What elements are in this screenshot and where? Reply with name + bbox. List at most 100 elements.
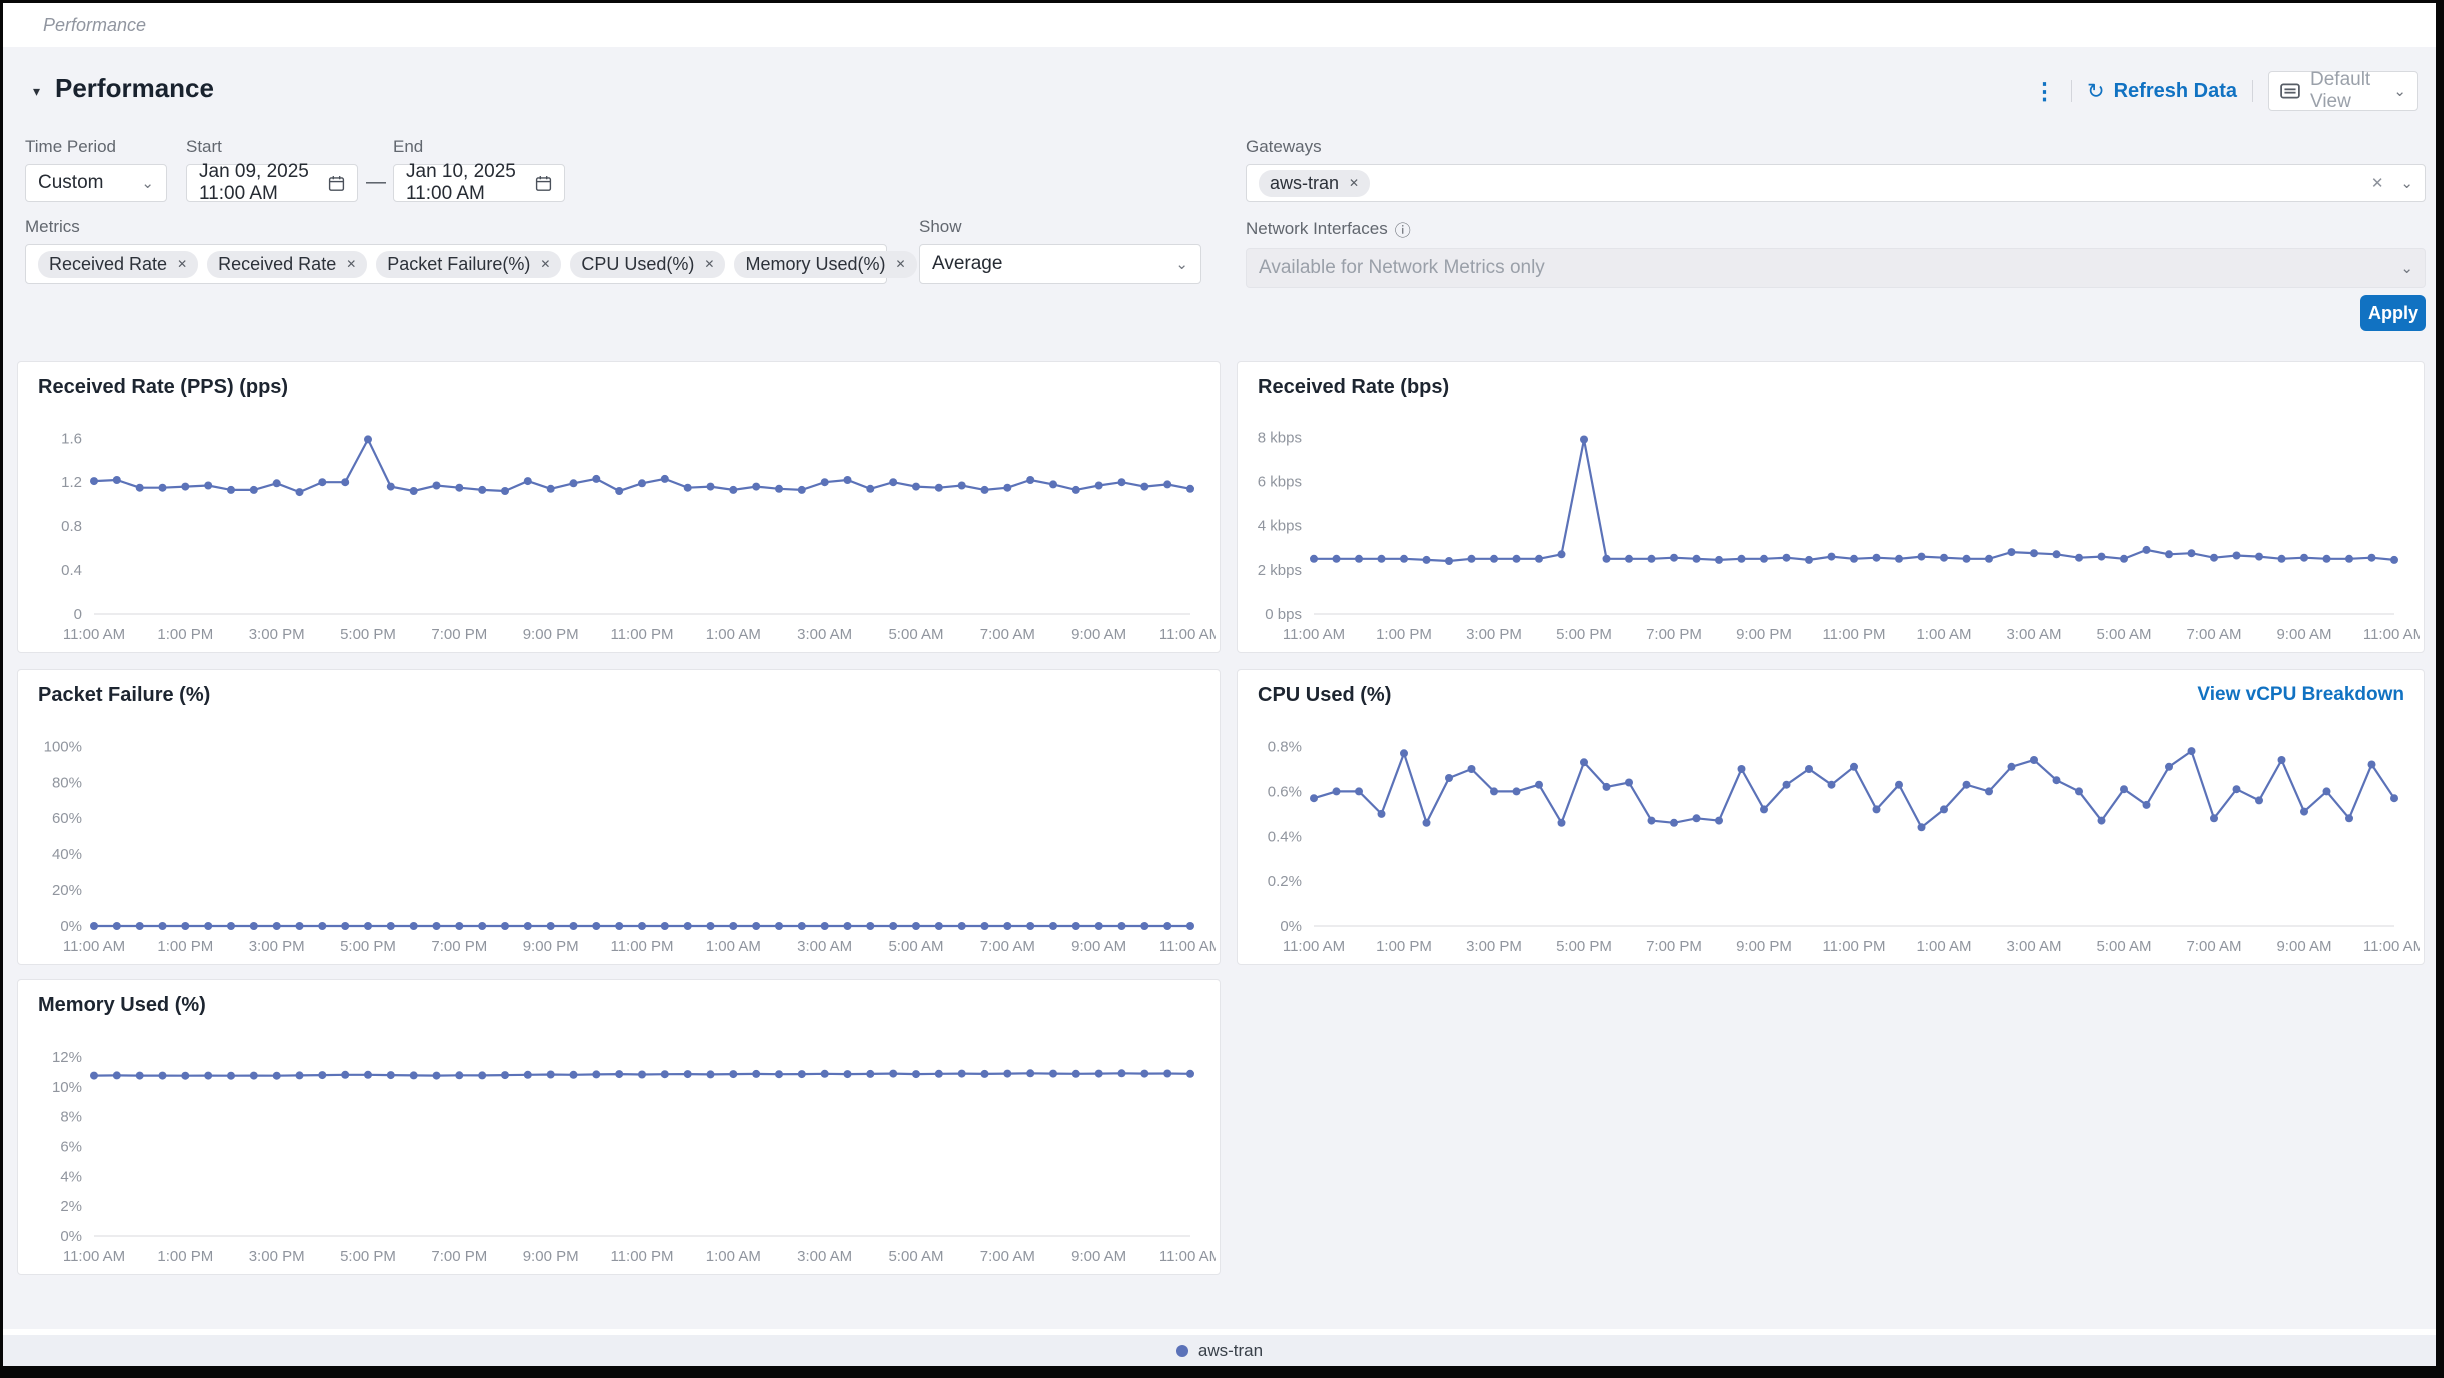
metrics-input[interactable]: Received Rate ✕ Received Rate ✕ Packet F…: [25, 244, 887, 284]
svg-text:4 kbps: 4 kbps: [1258, 518, 1302, 535]
svg-text:9:00 AM: 9:00 AM: [1071, 938, 1126, 955]
time-period-value: Custom: [38, 172, 103, 194]
svg-text:11:00 AM: 11:00 AM: [1283, 938, 1345, 955]
end-date-input[interactable]: Jan 10, 2025 11:00 AM: [393, 164, 565, 202]
metric-chip: Memory Used(%) ✕: [734, 251, 916, 278]
network-interfaces-field: Network Interfaces ⓘ Available for Netwo…: [1246, 217, 2426, 288]
legend-series-dot[interactable]: [1176, 1345, 1188, 1357]
svg-text:2%: 2%: [60, 1198, 82, 1215]
svg-text:1.6: 1.6: [61, 430, 82, 447]
info-icon[interactable]: ⓘ: [1395, 217, 1411, 241]
end-date-value: Jan 10, 2025 11:00 AM: [406, 161, 535, 205]
svg-text:5:00 PM: 5:00 PM: [1556, 626, 1612, 643]
svg-text:3:00 AM: 3:00 AM: [797, 938, 852, 955]
svg-text:11:00 PM: 11:00 PM: [1822, 626, 1885, 643]
svg-text:8%: 8%: [60, 1109, 82, 1126]
svg-text:5:00 AM: 5:00 AM: [888, 626, 943, 643]
svg-text:3:00 PM: 3:00 PM: [1466, 938, 1522, 955]
svg-text:3:00 AM: 3:00 AM: [2006, 626, 2061, 643]
gateways-input[interactable]: aws-tran ✕ ✕ ⌄: [1246, 164, 2426, 202]
time-period-select[interactable]: Custom ⌄: [25, 164, 167, 202]
clear-field-icon[interactable]: ✕: [2371, 174, 2384, 192]
svg-text:0 bps: 0 bps: [1265, 606, 1302, 623]
view-selector[interactable]: Default View ⌄: [2268, 71, 2418, 111]
svg-text:0.6%: 0.6%: [1268, 783, 1302, 800]
chart-card-received-rate-pps: Received Rate (PPS) (pps) 1.61.20.80.401…: [17, 361, 1221, 653]
network-interfaces-placeholder: Available for Network Metrics only: [1259, 257, 1545, 279]
remove-chip-icon[interactable]: ✕: [177, 257, 187, 271]
memory-used-chart[interactable]: 12%10%8%6%4%2%0%11:00 AM1:00 PM3:00 PM5:…: [24, 1024, 1216, 1270]
received-rate-pps-chart[interactable]: 1.61.20.80.4011:00 AM1:00 PM3:00 PM5:00 …: [24, 406, 1216, 648]
collapse-caret-icon[interactable]: ▾: [33, 83, 40, 100]
breadcrumb-item-performance[interactable]: Performance: [43, 15, 146, 36]
svg-text:0%: 0%: [1280, 918, 1302, 935]
chart-card-cpu-used: CPU Used (%) View vCPU Breakdown 0.8%0.6…: [1237, 669, 2425, 965]
metrics-field: Metrics Received Rate ✕ Received Rate ✕ …: [25, 217, 887, 284]
svg-text:4%: 4%: [60, 1168, 82, 1185]
refresh-label: Refresh Data: [2114, 80, 2237, 103]
remove-chip-icon[interactable]: ✕: [704, 257, 714, 271]
view-layout-icon: [2280, 83, 2300, 99]
kebab-menu-icon[interactable]: ⋮: [2033, 80, 2056, 103]
cpu-used-chart[interactable]: 0.8%0.6%0.4%0.2%0%11:00 AM1:00 PM3:00 PM…: [1244, 714, 2420, 960]
svg-text:3:00 AM: 3:00 AM: [797, 626, 852, 643]
svg-text:5:00 PM: 5:00 PM: [340, 626, 396, 643]
svg-text:9:00 PM: 9:00 PM: [523, 938, 579, 955]
metric-chip: Packet Failure(%) ✕: [376, 251, 561, 278]
svg-text:5:00 PM: 5:00 PM: [1556, 938, 1612, 955]
svg-text:7:00 PM: 7:00 PM: [431, 1248, 487, 1265]
svg-text:1:00 AM: 1:00 AM: [706, 938, 761, 955]
svg-text:11:00 PM: 11:00 PM: [610, 626, 673, 643]
gateways-field: Gateways aws-tran ✕ ✕ ⌄: [1246, 137, 2426, 202]
refresh-data-button[interactable]: ↻ Refresh Data: [2087, 79, 2237, 104]
end-date-label: End: [393, 137, 565, 157]
svg-text:60%: 60%: [52, 810, 82, 827]
svg-text:3:00 PM: 3:00 PM: [249, 938, 305, 955]
remove-chip-icon[interactable]: ✕: [896, 257, 906, 271]
svg-text:1:00 PM: 1:00 PM: [157, 626, 213, 643]
svg-text:3:00 PM: 3:00 PM: [249, 626, 305, 643]
svg-text:0%: 0%: [60, 1228, 82, 1245]
metric-chip-label: Received Rate: [49, 254, 167, 275]
refresh-icon: ↻: [2087, 79, 2105, 104]
svg-text:11:00 AM: 11:00 AM: [1159, 626, 1216, 643]
svg-text:9:00 PM: 9:00 PM: [1736, 938, 1792, 955]
view-vcpu-breakdown-link[interactable]: View vCPU Breakdown: [2197, 684, 2404, 706]
svg-text:0%: 0%: [60, 918, 82, 935]
svg-text:3:00 PM: 3:00 PM: [1466, 626, 1522, 643]
show-field: Show Average ⌄: [919, 217, 1201, 284]
svg-text:9:00 PM: 9:00 PM: [523, 1248, 579, 1265]
start-date-input[interactable]: Jan 09, 2025 11:00 AM: [186, 164, 358, 202]
remove-chip-icon[interactable]: ✕: [1349, 176, 1359, 190]
svg-text:12%: 12%: [52, 1049, 82, 1066]
show-select[interactable]: Average ⌄: [919, 244, 1201, 284]
apply-button[interactable]: Apply: [2360, 295, 2426, 331]
divider: [2252, 80, 2253, 102]
svg-text:11:00 AM: 11:00 AM: [2363, 938, 2420, 955]
svg-text:5:00 AM: 5:00 AM: [888, 1248, 943, 1265]
received-rate-bps-chart[interactable]: 8 kbps6 kbps4 kbps2 kbps0 bps11:00 AM1:0…: [1244, 406, 2420, 648]
metric-chip: Received Rate ✕: [38, 251, 198, 278]
time-period-field: Time Period Custom ⌄: [25, 137, 167, 202]
svg-text:0.4%: 0.4%: [1268, 828, 1302, 845]
remove-chip-icon[interactable]: ✕: [346, 257, 356, 271]
svg-text:5:00 AM: 5:00 AM: [2096, 626, 2151, 643]
legend-series-label[interactable]: aws-tran: [1198, 1341, 1263, 1361]
chart-title: Packet Failure (%): [38, 684, 210, 707]
metric-chip-label: Packet Failure(%): [387, 254, 530, 275]
chevron-down-icon: ⌄: [2400, 176, 2413, 191]
time-period-label: Time Period: [25, 137, 167, 157]
svg-text:7:00 PM: 7:00 PM: [431, 626, 487, 643]
svg-text:1:00 PM: 1:00 PM: [1376, 626, 1432, 643]
svg-text:11:00 PM: 11:00 PM: [1822, 938, 1885, 955]
calendar-icon[interactable]: [535, 175, 552, 192]
remove-chip-icon[interactable]: ✕: [540, 257, 550, 271]
svg-text:5:00 PM: 5:00 PM: [340, 1248, 396, 1265]
svg-text:9:00 AM: 9:00 AM: [1071, 626, 1126, 643]
packet-failure-chart[interactable]: 100%80%60%40%20%0%11:00 AM1:00 PM3:00 PM…: [24, 714, 1216, 960]
calendar-icon[interactable]: [328, 175, 345, 192]
page-title: Performance: [55, 73, 214, 104]
chart-card-received-rate-bps: Received Rate (bps) 8 kbps6 kbps4 kbps2 …: [1237, 361, 2425, 653]
svg-text:11:00 AM: 11:00 AM: [1159, 938, 1216, 955]
svg-text:6%: 6%: [60, 1138, 82, 1155]
